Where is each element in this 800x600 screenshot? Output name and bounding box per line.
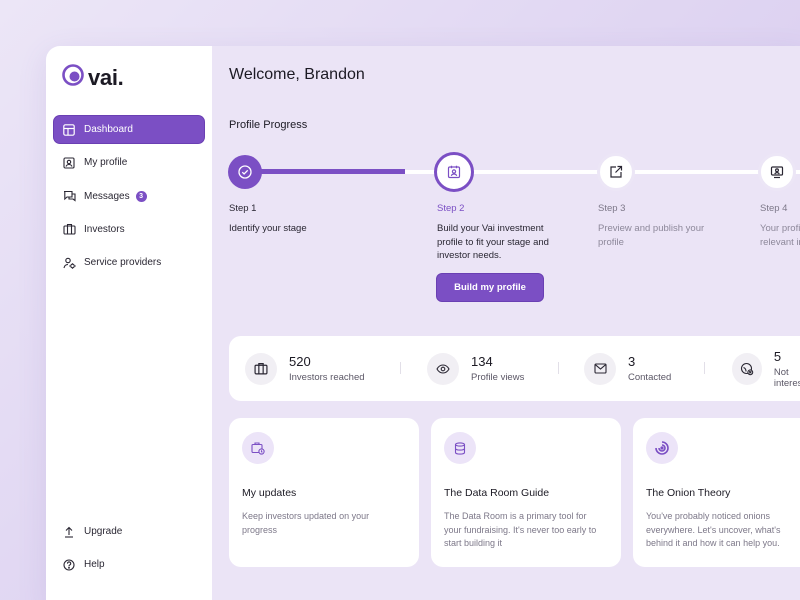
card-title: The Onion Theory (646, 487, 731, 499)
profile-progress-title: Profile Progress (229, 119, 308, 131)
stat-value: 5 (773, 348, 782, 364)
stat-label: Contacted (628, 372, 672, 383)
stat-divider (704, 362, 705, 374)
profile-card-icon (447, 165, 461, 179)
sidebar-item-label: Investors (84, 223, 125, 235)
sidebar-item-label: Messages (84, 190, 130, 202)
logo-text: vai. (88, 64, 124, 90)
present-icon (770, 165, 784, 179)
sidebar-item-investors[interactable]: Investors (54, 216, 204, 243)
stat-divider (400, 362, 401, 374)
step-1-indicator[interactable] (228, 155, 262, 189)
card-onion-theory[interactable]: The Onion Theory You've probably noticed… (633, 418, 800, 567)
updates-icon (242, 432, 274, 464)
step-2-label: Step 2 (437, 203, 465, 214)
sidebar-nav: Dashboard My profile Messages 3 Investor… (54, 116, 204, 282)
check-icon (238, 165, 252, 179)
step-4-indicator[interactable] (758, 153, 796, 191)
sidebar: vai. Dashboard My profile Messages 3 Inv… (46, 46, 212, 600)
step-3-description: Preview and publish your profile (598, 223, 705, 248)
profile-icon (62, 156, 76, 170)
step-1-description: Identify your stage (229, 223, 307, 234)
sidebar-bottom-nav: Upgrade Help (54, 518, 204, 585)
sidebar-item-label: My profile (84, 157, 128, 169)
step-4-label: Step 4 (760, 203, 788, 214)
sidebar-item-label: Service providers (84, 257, 162, 269)
database-icon (444, 432, 476, 464)
stat-not-interested: 5 Not interested (732, 336, 800, 401)
stat-investors-reached: 520 Investors reached (245, 336, 365, 401)
step-1-label: Step 1 (229, 203, 257, 214)
card-description: Keep investors updated on your progress (242, 511, 370, 535)
welcome-heading: Welcome, Brandon (229, 66, 365, 83)
sidebar-item-dashboard[interactable]: Dashboard (54, 116, 204, 143)
stat-value: 3 (628, 354, 636, 369)
upgrade-icon (62, 525, 76, 539)
messages-icon (62, 189, 76, 203)
step-3-label: Step 3 (598, 203, 626, 214)
sidebar-item-label: Dashboard (84, 124, 133, 135)
sidebar-item-my-profile[interactable]: My profile (54, 149, 204, 176)
card-data-room-guide[interactable]: The Data Room Guide The Data Room is a p… (431, 418, 621, 567)
card-my-updates[interactable]: My updates Keep investors updated on you… (229, 418, 419, 567)
step-4-description: Your profile is presented to relevant in… (760, 223, 800, 248)
sidebar-item-label: Help (84, 559, 105, 571)
card-title: The Data Room Guide (444, 487, 550, 499)
service-providers-icon (62, 256, 76, 270)
stat-profile-views: 134 Profile views (427, 336, 524, 401)
sidebar-item-service-providers[interactable]: Service providers (54, 249, 204, 276)
sidebar-item-messages[interactable]: Messages 3 (54, 183, 204, 210)
publish-icon (609, 165, 623, 179)
build-my-profile-button[interactable]: Build my profile (437, 274, 543, 301)
briefcase-icon (245, 352, 277, 385)
dashboard-icon (62, 123, 76, 137)
onion-icon (646, 432, 678, 464)
help-icon (62, 558, 76, 572)
sidebar-item-help[interactable]: Help (54, 551, 204, 578)
vai-logo-icon (62, 64, 84, 91)
messages-badge: 3 (135, 190, 147, 202)
step-2-description: Build your Vai investment profile to fit… (437, 223, 549, 261)
stat-label: Not interested (773, 366, 800, 389)
stat-label: Profile views (471, 372, 525, 383)
sidebar-item-upgrade[interactable]: Upgrade (54, 518, 204, 545)
app-window: vai. Dashboard My profile Messages 3 Inv… (46, 46, 800, 600)
main-content: Welcome, Brandon Profile Progress Step 1… (212, 46, 800, 600)
briefcase-icon (62, 222, 76, 236)
sidebar-item-label: Upgrade (84, 526, 123, 537)
step-3-indicator[interactable] (597, 153, 635, 191)
stat-value: 134 (471, 354, 493, 369)
card-description: The Data Room is a primary tool for your… (444, 511, 597, 548)
stat-label: Investors reached (289, 372, 365, 383)
eye-icon (427, 352, 459, 385)
card-description: You've probably noticed onions everywher… (646, 511, 781, 548)
card-title: My updates (242, 487, 297, 499)
progress-track-completed (245, 169, 405, 174)
stat-divider (558, 362, 559, 374)
not-interested-icon (732, 352, 762, 385)
stat-contacted: 3 Contacted (584, 336, 671, 401)
step-2-indicator[interactable] (434, 152, 474, 192)
stats-panel: 520 Investors reached 134 Profile views (229, 336, 800, 401)
logo[interactable]: vai. (62, 64, 124, 91)
stat-value: 520 (289, 354, 311, 369)
mail-icon (584, 352, 616, 385)
